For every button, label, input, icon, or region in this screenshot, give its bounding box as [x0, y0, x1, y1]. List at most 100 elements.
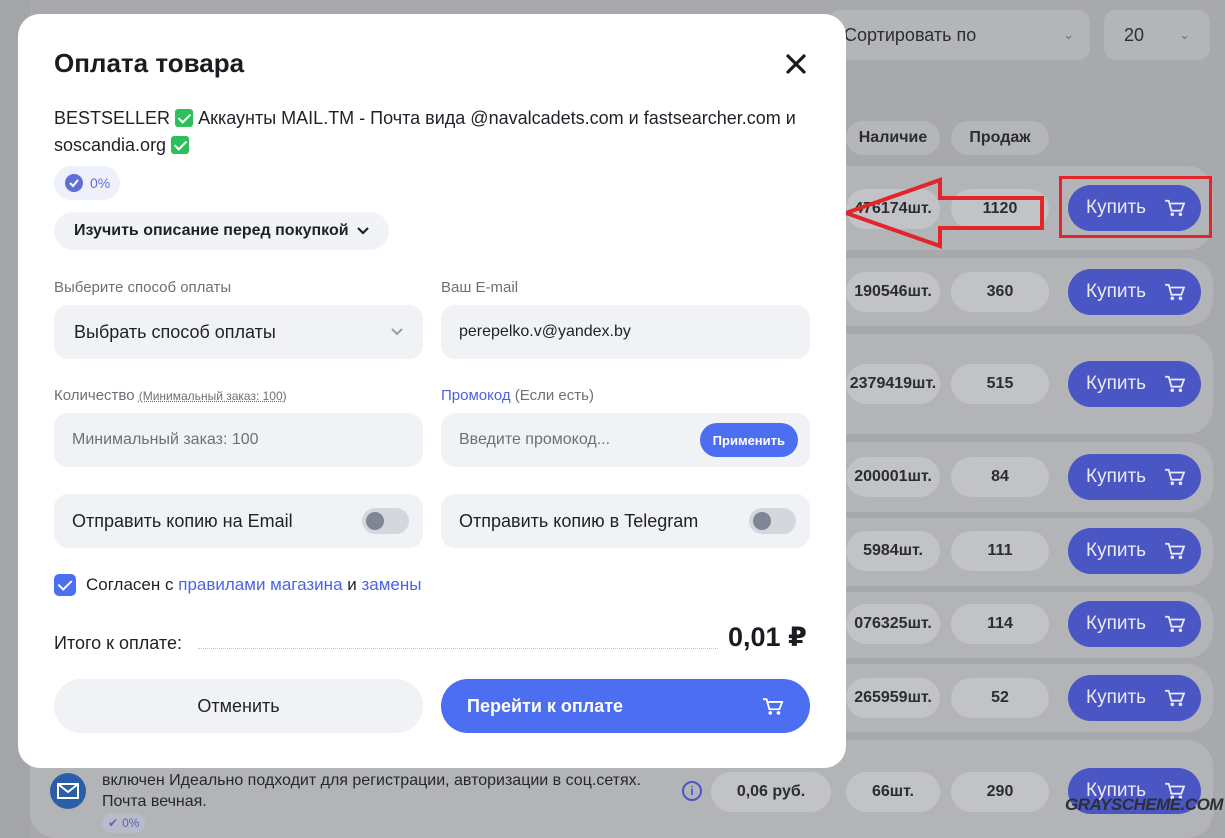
- stock-cell: 66шт.: [846, 772, 940, 812]
- cart-icon: [762, 697, 784, 715]
- copy-email-toggle[interactable]: [362, 508, 409, 534]
- buy-button-label: Купить: [1086, 687, 1147, 708]
- per-page-select[interactable]: 20 ⌄: [1104, 10, 1210, 60]
- email-value: perepelko.v@yandex.by: [459, 323, 631, 340]
- buy-button[interactable]: Купить: [1068, 361, 1201, 407]
- cancel-button[interactable]: Отменить: [54, 679, 423, 733]
- cart-icon: [1165, 468, 1186, 486]
- agree-row: Согласен с правилами магазина и замены: [54, 574, 422, 596]
- buy-button[interactable]: Купить: [1068, 675, 1201, 721]
- agree-and: и: [347, 575, 357, 594]
- description-line: включен Идеально подходит для регистраци…: [102, 772, 642, 789]
- stock-cell: 265959шт.: [846, 678, 940, 718]
- apply-promo-button[interactable]: Применить: [699, 423, 798, 457]
- proceed-to-payment-label: Перейти к оплате: [467, 695, 624, 716]
- watermark: GRAYSCHEME.COM: [1065, 795, 1223, 814]
- column-header-stock[interactable]: Наличие: [846, 121, 940, 155]
- buy-button[interactable]: Купить: [1068, 269, 1201, 315]
- payment-method-select[interactable]: Выбрать способ оплаты: [54, 305, 423, 359]
- sort-select[interactable]: Сортировать по ⌄: [828, 10, 1090, 60]
- cart-icon: [1165, 375, 1186, 393]
- copy-email-row: Отправить копию на Email: [54, 494, 423, 548]
- stock-cell: 076325шт.: [846, 604, 940, 644]
- payment-modal: Оплата товара BESTSELLER Аккаунты MAIL.T…: [18, 14, 846, 768]
- product-name: BESTSELLER Аккаунты MAIL.TM - Почта вида…: [54, 105, 814, 159]
- buy-button-label: Купить: [1086, 613, 1147, 634]
- discount-badge: ✔ 0%: [102, 813, 146, 833]
- sales-cell: 360: [951, 272, 1049, 312]
- copy-telegram-toggle[interactable]: [749, 508, 796, 534]
- discount-value: 0%: [90, 175, 111, 191]
- sales-cell: 114: [951, 604, 1049, 644]
- agree-checkbox[interactable]: [54, 574, 76, 596]
- proceed-to-payment-button[interactable]: Перейти к оплате: [441, 679, 810, 733]
- total-divider: [198, 648, 718, 649]
- total-label: Итого к оплате:: [54, 633, 182, 653]
- sales-cell: 290: [951, 772, 1049, 812]
- stock-cell: 2379419шт.: [846, 364, 940, 404]
- info-icon[interactable]: i: [682, 781, 702, 801]
- close-icon[interactable]: [784, 52, 808, 76]
- product-name-part: Аккаунты MAIL.TM - Почта вида @navalcade…: [198, 108, 796, 128]
- copy-telegram-label: Отправить копию в Telegram: [459, 510, 699, 531]
- chevron-down-icon: [391, 328, 403, 336]
- copy-telegram-row: Отправить копию в Telegram: [441, 494, 810, 548]
- description-line: Почта вечная.: [102, 793, 207, 810]
- cart-icon: [1165, 283, 1186, 301]
- modal-title: Оплата товара: [54, 48, 245, 78]
- replacement-link[interactable]: замены: [362, 575, 422, 594]
- chevron-down-icon: ⌄: [1063, 27, 1074, 42]
- stock-cell: 190546шт.: [846, 272, 940, 312]
- payment-method-label: Выберите способ оплаты: [54, 279, 232, 296]
- verified-icon: ✔: [108, 816, 119, 830]
- buy-button[interactable]: Купить: [1068, 454, 1201, 500]
- promo-field[interactable]: Введите промокод... Применить: [441, 413, 810, 467]
- buy-button-label: Купить: [1086, 373, 1147, 394]
- quantity-hint: (Минимальный заказ: 100): [138, 389, 287, 403]
- chevron-down-icon: ⌄: [1179, 27, 1190, 42]
- shop-rules-link[interactable]: правилами магазина: [178, 575, 342, 594]
- email-field[interactable]: perepelko.v@yandex.by: [441, 305, 810, 359]
- sales-cell: 84: [951, 457, 1049, 497]
- product-description: включен Идеально подходит для регистраци…: [102, 770, 641, 812]
- buy-button-label: Купить: [1086, 281, 1147, 302]
- discount-badge: 0%: [54, 166, 121, 200]
- cart-icon: [1165, 689, 1186, 707]
- verified-icon: [65, 174, 83, 192]
- buy-button[interactable]: Купить: [1068, 601, 1201, 647]
- buy-button-label: Купить: [1086, 466, 1147, 487]
- buy-button[interactable]: Купить: [1068, 528, 1201, 574]
- mail-icon: [50, 773, 86, 809]
- sales-cell: 111: [951, 531, 1049, 571]
- quantity-label: Количество (Минимальный заказ: 100): [54, 387, 287, 404]
- annotation-arrow-icon: [840, 177, 1044, 249]
- quantity-placeholder: Минимальный заказ: 100: [72, 431, 259, 448]
- email-label: Ваш E-mail: [441, 279, 519, 296]
- total-value: 0,01 ₽: [728, 622, 807, 652]
- cart-icon: [1165, 542, 1186, 560]
- sales-cell: 52: [951, 678, 1049, 718]
- study-description-button[interactable]: Изучить описание перед покупкой: [54, 212, 389, 250]
- chevron-down-icon: [356, 227, 369, 235]
- check-icon: [171, 136, 190, 154]
- study-description-label: Изучить описание перед покупкой: [74, 222, 349, 239]
- product-name-part: BESTSELLER: [54, 108, 171, 128]
- sales-cell: 515: [951, 364, 1049, 404]
- promo-label-rest: (Если есть): [514, 387, 594, 404]
- payment-method-value: Выбрать способ оплаты: [74, 321, 276, 342]
- per-page-value: 20: [1124, 24, 1145, 45]
- copy-email-label: Отправить копию на Email: [72, 510, 293, 531]
- stock-cell: 200001шт.: [846, 457, 940, 497]
- column-header-sales[interactable]: Продаж: [951, 121, 1049, 155]
- discount-value: 0%: [122, 816, 140, 830]
- promo-placeholder: Введите промокод...: [459, 431, 611, 448]
- buy-button-label: Купить: [1086, 540, 1147, 561]
- buy-button-highlight: [1059, 176, 1212, 238]
- quantity-field[interactable]: Минимальный заказ: 100: [54, 413, 423, 467]
- check-icon: [175, 109, 194, 127]
- product-name-part: soscandia.org: [54, 135, 167, 155]
- stock-cell: 5984шт.: [846, 531, 940, 571]
- promo-label: Промокод (Если есть): [441, 387, 594, 404]
- price-cell: 0,06 руб.: [711, 772, 831, 812]
- promo-link[interactable]: Промокод: [441, 387, 511, 404]
